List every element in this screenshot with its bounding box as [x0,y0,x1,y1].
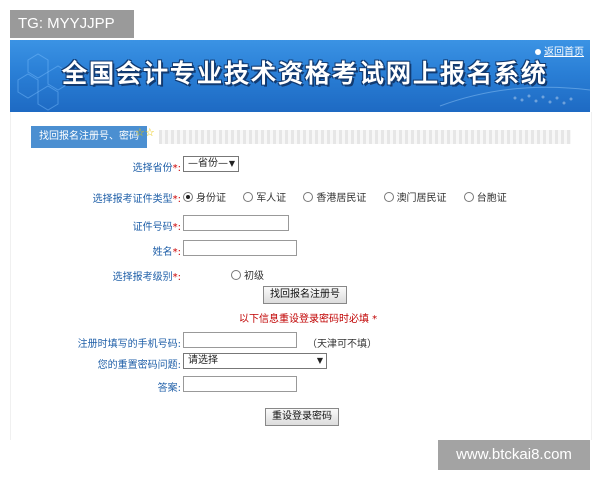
retrieve-registration-button[interactable]: 找回报名注册号 [263,286,347,304]
phone-hint: （天津可不填） [307,339,377,350]
id-type-radio-group: 身份证 军人证 香港居民证 澳门居民证 台胞证 [183,189,521,204]
id-number-input[interactable] [183,215,289,231]
question-row: 您的重置密码问题: 请选择 ▼ [11,353,591,373]
question-label: 您的重置密码问题: [97,360,181,371]
answer-label: 答案: [157,383,181,394]
id-number-row: 证件号码*: [11,215,591,235]
home-link[interactable]: 返回首页 [535,43,584,58]
caret-down-icon: ▼ [316,356,323,365]
watermark-bottom-right: www.btckai8.com [438,440,590,470]
id-number-label: 证件号码*: [132,222,181,233]
required-notice: 以下信息重设登录密码时必填 * [239,314,378,325]
home-link-label: 返回首页 [544,47,584,58]
province-label: 选择省份*: [132,163,181,174]
radio-id-card[interactable]: 身份证 [183,189,226,204]
level-row: 选择报考级别*: 初级 [11,265,591,285]
id-type-label: 选择报考证件类型*: [92,194,181,205]
banner-title: 全国会计专业技术资格考试网上报名系统 [62,59,549,88]
tab-retrieve[interactable]: 找回报名注册号、密码 [31,126,147,148]
caret-down-icon: ▼ [228,159,235,168]
name-label: 姓名*: [152,247,181,258]
answer-row: 答案: [11,376,591,396]
answer-input[interactable] [183,376,297,392]
radio-selected-icon [183,192,193,202]
watermark-top-left: TG: MYYJJPP [10,10,134,38]
radio-icon [231,270,241,280]
question-select[interactable]: 请选择 ▼ [183,353,327,369]
phone-input[interactable] [183,332,297,348]
id-type-row: 选择报考证件类型*: 身份证 军人证 香港居民证 澳门居民证 台胞证 [11,187,591,207]
radio-icon [243,192,254,202]
name-row: 姓名*: [11,240,591,260]
phone-label: 注册时填写的手机号码: [77,339,181,350]
radio-icon [303,192,314,202]
header-banner: 全国会计专业技术资格考试网上报名系统 返回首页 [10,40,590,112]
radio-hongkong[interactable]: 香港居民证 [303,189,366,204]
star-icon: ☆☆ [135,126,155,139]
radio-macau[interactable]: 澳门居民证 [383,189,447,204]
name-input[interactable] [183,240,297,256]
province-row: 选择省份*: —省份— ▼ [11,156,591,176]
reset-password-button[interactable]: 重设登录密码 [265,408,339,426]
tab-strip-decoration [159,130,571,144]
tab-bar: 找回报名注册号、密码 ☆☆ [31,126,571,148]
radio-level-junior[interactable]: 初级 [231,267,264,282]
form-panel: 找回报名注册号、密码 ☆☆ 选择省份*: —省份— ▼ 选择报考证件类型*: 身份… [10,112,592,440]
level-label: 选择报考级别*: [112,272,181,283]
level-radio-group: 初级 [231,267,278,282]
radio-icon [383,192,394,202]
phone-row: 注册时填写的手机号码: （天津可不填） [11,332,591,352]
radio-taiwan[interactable]: 台胞证 [463,189,507,204]
province-select[interactable]: —省份— ▼ [183,156,239,172]
radio-military[interactable]: 军人证 [243,189,286,204]
bullet-icon [535,49,541,55]
radio-icon [463,192,474,202]
